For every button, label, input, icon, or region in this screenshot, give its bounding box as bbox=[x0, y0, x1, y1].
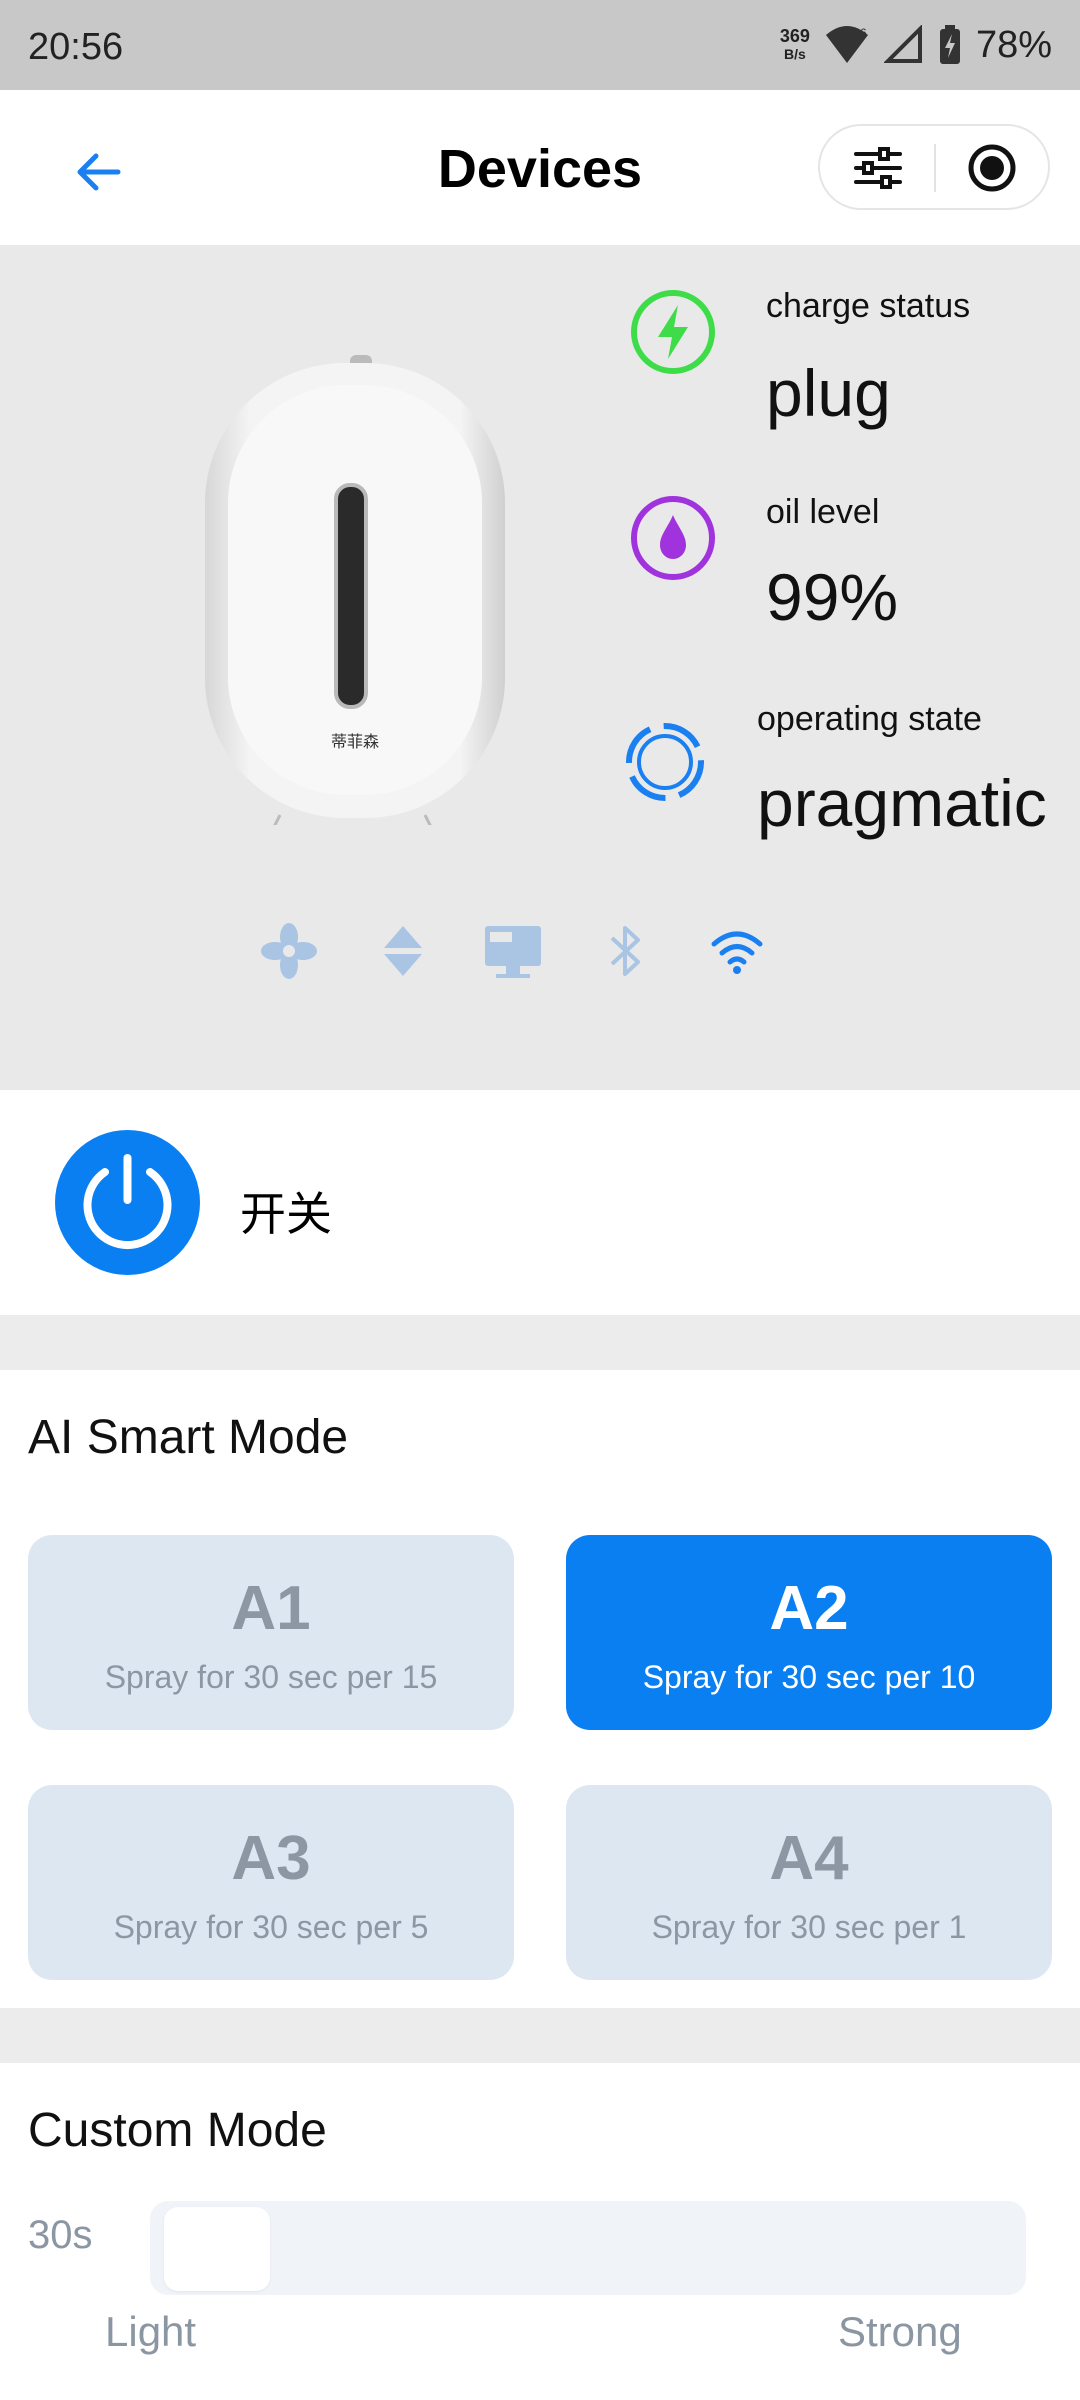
mode-desc: Spray for 30 sec per 5 bbox=[113, 1909, 429, 1945]
mode-name: A3 bbox=[231, 1824, 311, 1893]
device-brand-label: 蒂菲森 bbox=[331, 732, 379, 751]
app-header: Devices bbox=[0, 90, 1080, 245]
lightning-icon bbox=[631, 290, 715, 374]
status-time: 20:56 bbox=[28, 26, 124, 68]
wifi-icon bbox=[711, 931, 763, 974]
capsule-divider bbox=[934, 144, 936, 192]
operating-state-label: operating state bbox=[757, 700, 982, 738]
svg-text:6: 6 bbox=[860, 26, 867, 40]
slider-max-label: Strong bbox=[838, 2308, 962, 2355]
status-bar: 20:56 369 B/s 6 78% bbox=[0, 0, 1080, 90]
oil-level-value: 99% bbox=[766, 560, 899, 634]
mini-program-capsule bbox=[818, 124, 1050, 210]
mode-name: A4 bbox=[769, 1824, 849, 1893]
power-button[interactable] bbox=[55, 1130, 200, 1275]
oil-drop-icon bbox=[631, 496, 715, 580]
mode-name: A2 bbox=[769, 1574, 849, 1643]
battery-icon bbox=[939, 25, 960, 64]
mode-desc: Spray for 30 sec per 1 bbox=[651, 1909, 967, 1945]
record-target-icon[interactable] bbox=[966, 142, 1018, 194]
mode-desc: Spray for 30 sec per 10 bbox=[642, 1659, 976, 1695]
fan-icon bbox=[261, 923, 317, 979]
network-speed-unit: B/s bbox=[784, 46, 806, 62]
mode-card-a2[interactable]: A2 Spray for 30 sec per 10 bbox=[566, 1535, 1052, 1730]
mode-card-a1[interactable]: A1 Spray for 30 sec per 15 bbox=[28, 1535, 514, 1730]
intensity-slider[interactable] bbox=[150, 2201, 1026, 2295]
section-divider bbox=[0, 1315, 1080, 1370]
device-status-panel: 蒂菲森 charge status plug oil level 99% ope… bbox=[0, 245, 1080, 1090]
status-icons: 369 B/s 6 78% bbox=[780, 22, 1052, 68]
mode-card-a3[interactable]: A3 Spray for 30 sec per 5 bbox=[28, 1785, 514, 1980]
feature-icon-row bbox=[0, 920, 1080, 990]
network-speed: 369 B/s bbox=[780, 27, 810, 63]
custom-mode-title: Custom Mode bbox=[28, 2104, 327, 2157]
display-icon bbox=[485, 926, 541, 978]
network-speed-value: 369 bbox=[779, 26, 810, 46]
battery-percent: 78% bbox=[975, 23, 1052, 66]
power-section: 开关 bbox=[0, 1090, 1080, 1315]
mode-name: A1 bbox=[231, 1574, 311, 1643]
wifi-status-icon: 6 bbox=[825, 26, 868, 63]
custom-mode-section: Custom Mode 30s Light Strong bbox=[0, 2063, 1080, 2400]
power-icon bbox=[83, 1154, 172, 1249]
operating-ring-icon bbox=[626, 723, 704, 801]
oil-level-label: oil level bbox=[766, 493, 880, 531]
device-image: 蒂菲森 bbox=[205, 355, 505, 825]
charge-status-value: plug bbox=[766, 356, 891, 430]
ai-mode-title: AI Smart Mode bbox=[28, 1411, 349, 1464]
slider-thumb[interactable] bbox=[164, 2207, 270, 2291]
settings-sliders-icon[interactable] bbox=[852, 142, 904, 194]
ai-smart-mode-section: AI Smart Mode A1 Spray for 30 sec per 15… bbox=[0, 1370, 1080, 2008]
custom-mode-value: 30s bbox=[28, 2213, 93, 2257]
operating-state-value: pragmatic bbox=[757, 766, 1047, 840]
up-down-icon bbox=[384, 926, 422, 976]
cell-signal-icon bbox=[883, 25, 922, 63]
section-divider bbox=[0, 2008, 1080, 2063]
mode-desc: Spray for 30 sec per 15 bbox=[104, 1659, 438, 1695]
power-label: 开关 bbox=[240, 1188, 332, 1240]
slider-min-label: Light bbox=[105, 2308, 197, 2355]
charge-status-label: charge status bbox=[766, 287, 971, 325]
bluetooth-icon bbox=[610, 926, 640, 976]
mode-card-a4[interactable]: A4 Spray for 30 sec per 1 bbox=[566, 1785, 1052, 1980]
